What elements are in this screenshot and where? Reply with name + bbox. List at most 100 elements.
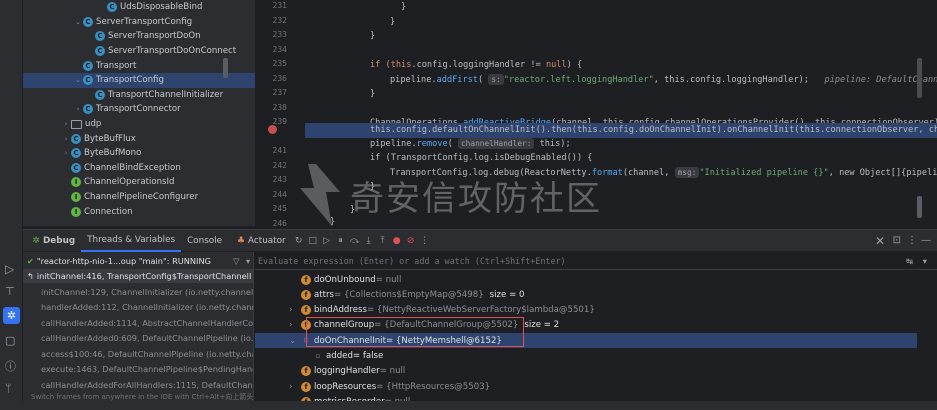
code-token: addFirst (436, 74, 478, 85)
tab-debug[interactable]: ✲ Debug (23, 230, 81, 252)
tree-item[interactable]: I ChannelPipelineConfigurer (23, 190, 255, 205)
breakpoint-icon[interactable] (268, 125, 277, 134)
tab-console[interactable]: Console (181, 230, 228, 252)
pause-icon[interactable]: ⏸ (334, 236, 348, 246)
tree-item[interactable]: I Connection (23, 204, 255, 219)
chevron-down-icon[interactable]: ⌄ (73, 18, 83, 26)
layout-icon[interactable]: ⊡ (893, 235, 901, 246)
tree-item[interactable]: C ChannelBindException (23, 161, 255, 176)
editor-scrollbar[interactable] (917, 196, 922, 218)
chevron-right-icon[interactable]: › (61, 120, 71, 128)
chevron-right-icon[interactable]: › (73, 105, 83, 113)
variable-row[interactable]: f attrs = {Collections$EmptyMap@5498} size… (255, 287, 917, 302)
step-into-icon[interactable]: ⤓ (362, 236, 376, 246)
stack-frame[interactable]: handlerAdded:112, ChannelInitializer (io… (23, 300, 254, 314)
close-icon[interactable]: ✕ (875, 234, 885, 248)
stack-frame-label: handlerAdded:112, ChannelInitializer (io… (41, 302, 254, 312)
more-icon[interactable]: ⋮ (418, 236, 432, 246)
view-breakpoints-icon[interactable]: ● (390, 236, 404, 246)
terminal-icon[interactable]: ▢ (5, 334, 15, 347)
debug-bug-icon[interactable]: ✲ (3, 307, 20, 324)
options-icon[interactable]: ⋮ (907, 235, 917, 246)
chevron-right-icon[interactable]: › (61, 149, 71, 157)
stack-frame[interactable]: initChannel:129, ChannelInitializer (io.… (23, 285, 253, 299)
hammer-icon[interactable]: ⊤ (5, 285, 15, 298)
tab-actuator-label: Actuator (248, 235, 286, 246)
field-icon: f (301, 305, 311, 316)
step-out-icon[interactable]: ⤒ (376, 236, 390, 246)
stack-frame[interactable]: callHandlerAdded0:609, DefaultChannelPip… (23, 331, 253, 345)
step-over-icon[interactable]: ⤼ (348, 236, 362, 246)
interface-icon: I (71, 206, 81, 217)
code-token: "reactor.left.loggingHandler" (503, 74, 654, 85)
variable-name: doOnUnbound (314, 274, 376, 285)
tree-item[interactable]: › C ByteBufMono (23, 146, 255, 161)
chevron-right-icon[interactable]: › (289, 305, 301, 315)
thread-selector[interactable]: ✔ "reactor-http-nio-1...oup "main": RUNN… (23, 254, 253, 268)
chevron-right-icon[interactable]: › (289, 382, 301, 392)
run-icon[interactable]: ▷ (5, 262, 14, 276)
expand-icon[interactable]: ↹ (906, 256, 913, 266)
mute-breakpoints-icon[interactable]: ⊘ (404, 236, 418, 246)
chevron-down-icon[interactable]: ⌄ (289, 336, 301, 346)
tree-item[interactable]: › C ByteBufFlux (23, 131, 255, 146)
chevron-down-icon[interactable]: ▾ (246, 256, 250, 266)
variable-row[interactable]: › f bindAddress = {NettyReactiveWebServerF… (255, 303, 917, 318)
problems-icon[interactable]: ⓘ (5, 358, 16, 374)
variable-row[interactable]: ▫ added = false (255, 349, 917, 364)
tree-item-label: TransportChannelInitializer (108, 89, 224, 100)
dropdown-icon[interactable]: ▾ (923, 256, 927, 266)
watermark: 奇安信攻防社区 (290, 160, 690, 230)
tree-item-label: Connection (84, 206, 133, 217)
editor-scroll-marker[interactable] (917, 58, 922, 98)
stack-frame[interactable]: ↰ initChannel:416, TransportConfig$Transp… (23, 269, 253, 283)
git-icon[interactable]: ᛘ (5, 382, 12, 395)
tab-actuator[interactable]: ♣ Actuator (228, 230, 292, 252)
tree-item[interactable]: C UdsDisposableBind (23, 0, 255, 15)
variable-row[interactable]: f loggingHandler = null (255, 364, 917, 379)
package-icon (71, 119, 82, 129)
variable-row[interactable]: › f loopResources = {HttpResources@5503} (255, 379, 917, 394)
chevron-right-icon[interactable]: › (61, 135, 71, 143)
stack-frame[interactable]: callHandlerAdded:1114, AbstractChannelHa… (23, 316, 253, 330)
tree-item[interactable]: I ChannelOperationsId (23, 175, 255, 190)
variable-name: attrs (314, 289, 335, 300)
project-tree: C UdsDisposableBind ⌄ C ServerTransportConfi… (23, 0, 255, 226)
frames-panel: ✔ "reactor-http-nio-1...oup "main": RUNN… (23, 252, 254, 410)
param-hint: s: (488, 73, 504, 85)
code-token: this); (534, 139, 571, 149)
variable-value: = {HttpResources@5503} (376, 381, 491, 392)
evaluate-expression-input[interactable]: Evaluate expression (Enter) or add a wat… (255, 252, 937, 270)
stop-icon[interactable]: □ (306, 236, 320, 246)
tree-item[interactable]: C ServerTransportDoOnConnect (23, 44, 255, 59)
tree-item[interactable]: ⌄ C ServerTransportConfig (23, 15, 255, 30)
stack-frame[interactable]: execute:1463, DefaultChannelPipeline$Pen… (23, 362, 253, 376)
chevron-right-icon[interactable]: › (289, 320, 301, 330)
stack-frame[interactable]: access$100:46, DefaultChannelPipeline (i… (23, 347, 253, 361)
stack-frame[interactable]: callHandlerAddedForAllHandlers:1115, Def… (23, 378, 253, 392)
tree-item[interactable]: C TransportChannelInitializer (23, 88, 255, 103)
code-token: ( (447, 139, 458, 149)
filter-icon[interactable]: ▽ (233, 256, 239, 266)
resume-icon[interactable]: ▷ (320, 236, 334, 246)
variable-name: bindAddress (314, 305, 367, 316)
line-number: 241 (272, 146, 287, 155)
field-icon: ▫ (315, 352, 321, 360)
rerun-icon[interactable]: ↻ (292, 236, 306, 246)
tree-item[interactable]: › udp (23, 117, 255, 132)
line-number: 244 (272, 189, 287, 199)
tree-item[interactable]: C ServerTransportDoOn (23, 29, 255, 44)
minimize-icon[interactable]: — (921, 235, 931, 246)
tree-item[interactable]: C Transport (23, 58, 255, 73)
chevron-down-icon[interactable]: ⌄ (73, 76, 83, 84)
code-line-232: } (390, 16, 396, 27)
tree-item[interactable]: ⌄ C TransportConfig (23, 73, 255, 88)
tree-item[interactable]: › C TransportConnector (23, 102, 255, 117)
line-number: 231 (272, 1, 287, 10)
variable-row[interactable]: f doOnUnbound = null (255, 272, 917, 287)
field-icon: f (301, 289, 311, 300)
tab-threads-variables[interactable]: Threads & Variables (81, 230, 182, 252)
variable-value: = {Collections$EmptyMap@5498} (334, 289, 484, 300)
code-line-241: pipeline.remove( channelHandler: this); (370, 137, 571, 152)
tree-scrollbar[interactable] (223, 58, 228, 78)
